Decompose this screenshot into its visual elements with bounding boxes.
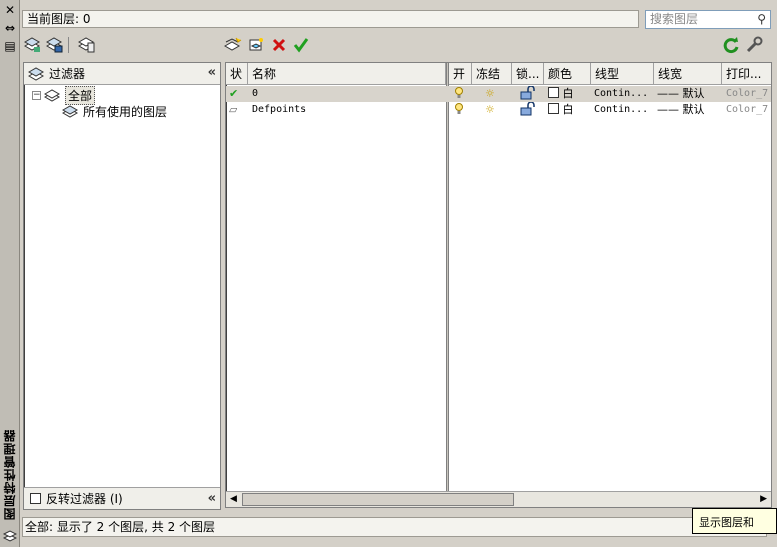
status-bar: 全部: 显示了 2 个图层, 共 2 个图层	[22, 517, 767, 537]
invert-filter-bar: 反转过滤器 (I) «	[24, 487, 220, 509]
set-current-icon[interactable]	[291, 36, 311, 54]
layer-list-pane: 状 名称 开 冻结 锁... 颜色 线型 线宽 打印... ✔ 0 ☼ 白 Co…	[225, 62, 772, 508]
toolbar	[20, 34, 777, 56]
color-name: 白	[562, 103, 574, 116]
lineweight-cell[interactable]: —— 默认	[657, 102, 705, 118]
search-layer-input[interactable]: 搜索图层 ⚲	[645, 10, 771, 29]
col-on[interactable]: 开	[449, 63, 472, 85]
autohide-icon[interactable]: ⇔	[3, 21, 17, 35]
layer-row[interactable]: ✔ 0 ☼ 白 Contin... —— 默认 Color_7	[226, 86, 771, 102]
freeze-sun-icon[interactable]: ☼	[485, 102, 495, 118]
tree-item-used-layers[interactable]: 所有使用的图层	[32, 103, 220, 119]
collapse-filter-icon[interactable]: «	[208, 491, 216, 506]
horizontal-scrollbar[interactable]: ◀ ▶	[226, 491, 771, 507]
color-cell[interactable]: 白	[548, 102, 574, 118]
filter-icon	[28, 66, 45, 81]
scroll-right-icon[interactable]: ▶	[760, 494, 767, 504]
layer-on-bulb-icon[interactable]	[454, 102, 464, 118]
collapse-filter-icon[interactable]: «	[208, 65, 216, 80]
plot-style-cell: Color_7	[726, 88, 769, 99]
col-freeze[interactable]: 冻结	[472, 63, 512, 85]
filter-tree: − 全部 所有使用的图层	[24, 85, 220, 119]
scroll-thumb[interactable]	[242, 493, 514, 506]
layer-properties-manager: 当前图层: 0 搜索图层 ⚲ 过滤器 « − 全部 所有使用的图层 反转过滤器 …	[20, 0, 777, 547]
delete-layer-icon[interactable]	[269, 36, 289, 54]
collapse-node-icon[interactable]: −	[32, 90, 41, 100]
layer-stack-icon	[44, 88, 61, 102]
color-swatch	[548, 103, 559, 114]
tree-item-all[interactable]: − 全部	[32, 85, 220, 105]
scroll-left-icon[interactable]: ◀	[230, 494, 237, 504]
new-property-filter-icon[interactable]	[23, 36, 43, 54]
search-icon: ⚲	[757, 12, 766, 26]
col-lock[interactable]: 锁...	[512, 63, 544, 85]
layer-status-icon: ▱	[229, 103, 238, 116]
color-cell[interactable]: 白	[548, 86, 574, 102]
color-swatch	[548, 87, 559, 98]
new-layer-vp-frozen-icon[interactable]	[246, 36, 266, 54]
pane-splitter[interactable]	[446, 63, 449, 491]
col-linetype[interactable]: 线型	[591, 63, 654, 85]
linetype-cell[interactable]: Contin...	[594, 102, 648, 118]
properties-icon[interactable]: ▤	[3, 39, 17, 53]
refresh-icon[interactable]	[721, 36, 741, 54]
filter-tree-pane: 过滤器 « − 全部 所有使用的图层 反转过滤器 (I) «	[23, 62, 221, 510]
settings-icon[interactable]	[744, 36, 764, 54]
filter-icon	[62, 104, 79, 118]
col-plot-style[interactable]: 打印...	[722, 63, 771, 85]
search-placeholder: 搜索图层	[650, 12, 699, 26]
freeze-sun-icon[interactable]: ☼	[485, 86, 495, 102]
col-name[interactable]: 名称	[248, 63, 446, 85]
new-group-filter-icon[interactable]	[45, 36, 65, 54]
palette-side-strip: ✕ ⇔ ▤ 图层特性管理器	[0, 0, 20, 547]
layer-on-bulb-icon[interactable]	[454, 86, 464, 102]
new-layer-icon[interactable]	[223, 36, 243, 54]
filter-header-label: 过滤器	[49, 67, 86, 81]
unlock-icon[interactable]	[520, 86, 536, 102]
col-status[interactable]: 状	[226, 63, 248, 85]
palette-title: 图层特性管理器	[3, 429, 17, 520]
current-layer-check-icon: ✔	[229, 87, 239, 100]
invert-filter-checkbox[interactable]	[30, 493, 41, 504]
current-layer-display: 当前图层: 0	[22, 10, 639, 28]
unlock-icon[interactable]	[520, 102, 536, 118]
tooltip: 显示图层和	[692, 508, 777, 534]
filter-header: 过滤器 «	[24, 63, 220, 85]
close-icon[interactable]: ✕	[3, 3, 17, 17]
layer-name[interactable]: 0	[252, 86, 258, 102]
col-lineweight[interactable]: 线宽	[654, 63, 722, 85]
invert-filter-label[interactable]: 反转过滤器 (I)	[46, 490, 123, 507]
color-name: 白	[562, 87, 574, 100]
lineweight-cell[interactable]: —— 默认	[657, 86, 705, 102]
toolbar-divider	[68, 37, 69, 53]
layers-icon	[3, 530, 17, 542]
layer-name[interactable]: Defpoints	[252, 102, 306, 118]
tree-item-label: 所有使用的图层	[83, 104, 168, 119]
plot-style-cell: Color_7	[726, 104, 769, 115]
linetype-cell[interactable]: Contin...	[594, 86, 648, 102]
layer-row[interactable]: ▱ Defpoints ☼ 白 Contin... —— 默认 Color_7	[226, 102, 771, 118]
col-color[interactable]: 颜色	[544, 63, 591, 85]
layer-states-manager-icon[interactable]	[77, 36, 97, 54]
